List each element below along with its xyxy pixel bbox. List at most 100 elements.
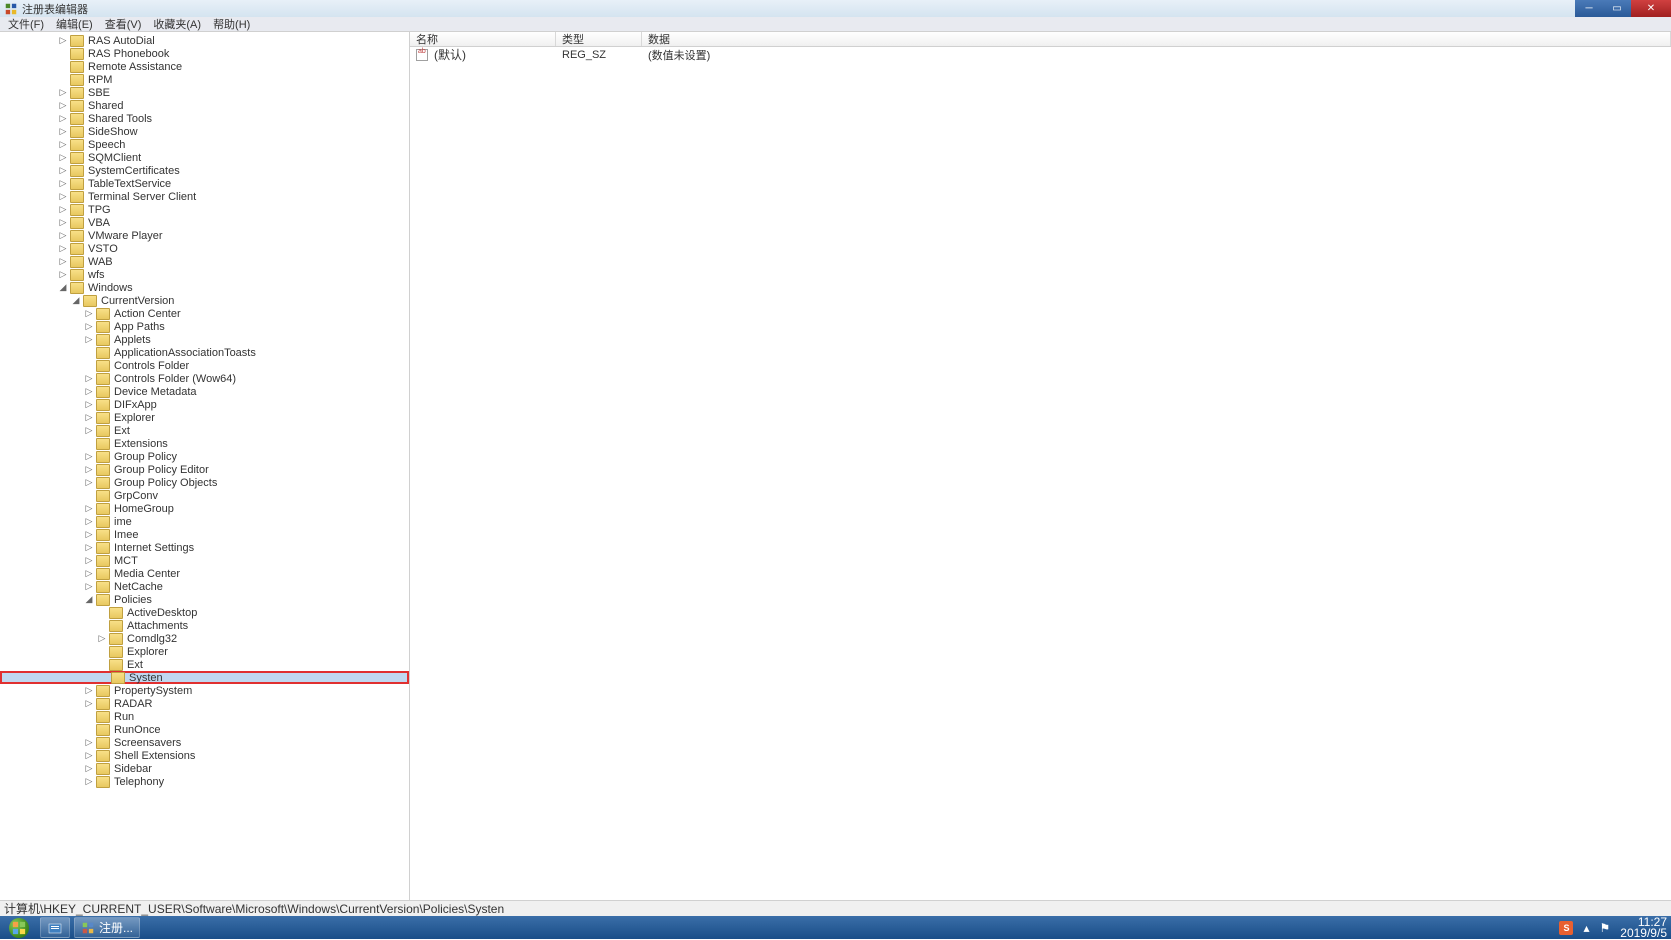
tree-node[interactable]: Extensions [0, 437, 409, 450]
tree-node[interactable]: ▷Media Center [0, 567, 409, 580]
tree-node[interactable]: RAS Phonebook [0, 47, 409, 60]
taskbar-app-regedit[interactable]: 注册... [74, 917, 140, 938]
tree-node[interactable]: Ext [0, 658, 409, 671]
expand-icon[interactable]: ▷ [84, 400, 94, 410]
tree-node[interactable]: ▷Terminal Server Client [0, 190, 409, 203]
expand-icon[interactable]: ▷ [84, 387, 94, 397]
tree-node[interactable]: ▷Applets [0, 333, 409, 346]
tree-node[interactable]: ▷Ext [0, 424, 409, 437]
expand-icon[interactable]: ▷ [58, 127, 68, 137]
expand-icon[interactable]: ▷ [58, 244, 68, 254]
tree-node[interactable]: ▷SBE [0, 86, 409, 99]
expand-icon[interactable]: ▷ [58, 88, 68, 98]
tree-node[interactable]: ▷PropertySystem [0, 684, 409, 697]
tree-node[interactable]: Systen [0, 671, 409, 684]
tree-node[interactable]: ▷ime [0, 515, 409, 528]
taskbar-app-icon[interactable] [40, 917, 70, 938]
expand-icon[interactable]: ▷ [84, 582, 94, 592]
tree-node[interactable]: ▷RAS AutoDial [0, 34, 409, 47]
tree-node[interactable]: ▷Explorer [0, 411, 409, 424]
expand-icon[interactable] [84, 439, 94, 449]
tree-node[interactable]: ◢Windows [0, 281, 409, 294]
tree-node[interactable]: ▷Device Metadata [0, 385, 409, 398]
expand-icon[interactable]: ▷ [58, 270, 68, 280]
tree-node[interactable]: ApplicationAssociationToasts [0, 346, 409, 359]
menu-file[interactable]: 文件(F) [2, 16, 50, 32]
expand-icon[interactable] [99, 673, 109, 683]
tree-node[interactable]: ▷Internet Settings [0, 541, 409, 554]
expand-icon[interactable]: ▷ [58, 205, 68, 215]
tree-node[interactable]: ▷SystemCertificates [0, 164, 409, 177]
expand-icon[interactable]: ▷ [58, 192, 68, 202]
tree-node[interactable]: ▷RADAR [0, 697, 409, 710]
tree-node[interactable]: ▷wfs [0, 268, 409, 281]
start-button[interactable] [0, 916, 38, 939]
tree-node[interactable]: Controls Folder [0, 359, 409, 372]
close-button[interactable]: ✕ [1631, 0, 1671, 17]
tree-node[interactable]: ▷VMware Player [0, 229, 409, 242]
col-header-data[interactable]: 数据 [642, 32, 1671, 46]
tree-node[interactable]: Remote Assistance [0, 60, 409, 73]
menu-view[interactable]: 查看(V) [99, 16, 148, 32]
menu-edit[interactable]: 编辑(E) [50, 16, 99, 32]
expand-icon[interactable]: ▷ [58, 231, 68, 241]
menu-favorites[interactable]: 收藏夹(A) [147, 16, 207, 32]
expand-icon[interactable]: ▷ [84, 309, 94, 319]
expand-icon[interactable]: ▷ [84, 764, 94, 774]
tree-node[interactable]: ▷TableTextService [0, 177, 409, 190]
expand-icon[interactable]: ▷ [84, 413, 94, 423]
expand-icon[interactable]: ▷ [84, 738, 94, 748]
expand-icon[interactable]: ▷ [84, 751, 94, 761]
tree-node[interactable]: GrpConv [0, 489, 409, 502]
tree-node[interactable]: ▷VSTO [0, 242, 409, 255]
expand-icon[interactable]: ▷ [84, 777, 94, 787]
expand-icon[interactable]: ▷ [58, 101, 68, 111]
expand-icon[interactable]: ▷ [58, 114, 68, 124]
tree-node[interactable]: ▷MCT [0, 554, 409, 567]
tree-node[interactable]: ▷TPG [0, 203, 409, 216]
tray-arrow-icon[interactable]: ▴ [1583, 921, 1589, 935]
expand-icon[interactable]: ▷ [97, 634, 107, 644]
col-header-type[interactable]: 类型 [556, 32, 642, 46]
expand-icon[interactable]: ◢ [58, 283, 68, 293]
expand-icon[interactable] [58, 75, 68, 85]
tree-node[interactable]: ▷Shell Extensions [0, 749, 409, 762]
tree-node[interactable]: ▷Action Center [0, 307, 409, 320]
tree-node[interactable]: ▷WAB [0, 255, 409, 268]
expand-icon[interactable]: ▷ [84, 374, 94, 384]
tree-node[interactable]: ▷SQMClient [0, 151, 409, 164]
expand-icon[interactable]: ▷ [84, 322, 94, 332]
expand-icon[interactable] [58, 49, 68, 59]
expand-icon[interactable]: ▷ [84, 335, 94, 345]
expand-icon[interactable]: ◢ [71, 296, 81, 306]
expand-icon[interactable]: ▷ [58, 179, 68, 189]
tree-node[interactable]: ▷Screensavers [0, 736, 409, 749]
tree-node[interactable]: ▷Group Policy [0, 450, 409, 463]
expand-icon[interactable]: ▷ [58, 153, 68, 163]
expand-icon[interactable]: ▷ [58, 257, 68, 267]
expand-icon[interactable]: ▷ [84, 530, 94, 540]
tree-node[interactable]: ▷VBA [0, 216, 409, 229]
tree-node[interactable]: Explorer [0, 645, 409, 658]
tree-node[interactable]: ◢Policies [0, 593, 409, 606]
tree-node[interactable]: ◢CurrentVersion [0, 294, 409, 307]
tree-node[interactable]: ▷Sidebar [0, 762, 409, 775]
list-panel[interactable]: 名称 类型 数据 (默认)REG_SZ(数值未设置) [410, 32, 1671, 900]
tree-node[interactable]: ▷Imee [0, 528, 409, 541]
tray-clock[interactable]: 11:27 2019/9/5 [1620, 917, 1667, 939]
tree-panel[interactable]: ▷RAS AutoDialRAS PhonebookRemote Assista… [0, 32, 410, 900]
expand-icon[interactable]: ▷ [84, 478, 94, 488]
expand-icon[interactable] [97, 608, 107, 618]
expand-icon[interactable]: ▷ [84, 426, 94, 436]
expand-icon[interactable] [97, 660, 107, 670]
expand-icon[interactable] [58, 62, 68, 72]
tree-node[interactable]: ▷App Paths [0, 320, 409, 333]
expand-icon[interactable] [84, 348, 94, 358]
tree-node[interactable]: ▷HomeGroup [0, 502, 409, 515]
expand-icon[interactable] [84, 361, 94, 371]
expand-icon[interactable]: ▷ [84, 465, 94, 475]
tray-sogou-icon[interactable]: S [1559, 921, 1573, 935]
expand-icon[interactable]: ▷ [84, 686, 94, 696]
tree-node[interactable]: ▷Group Policy Editor [0, 463, 409, 476]
col-header-name[interactable]: 名称 [410, 32, 556, 46]
